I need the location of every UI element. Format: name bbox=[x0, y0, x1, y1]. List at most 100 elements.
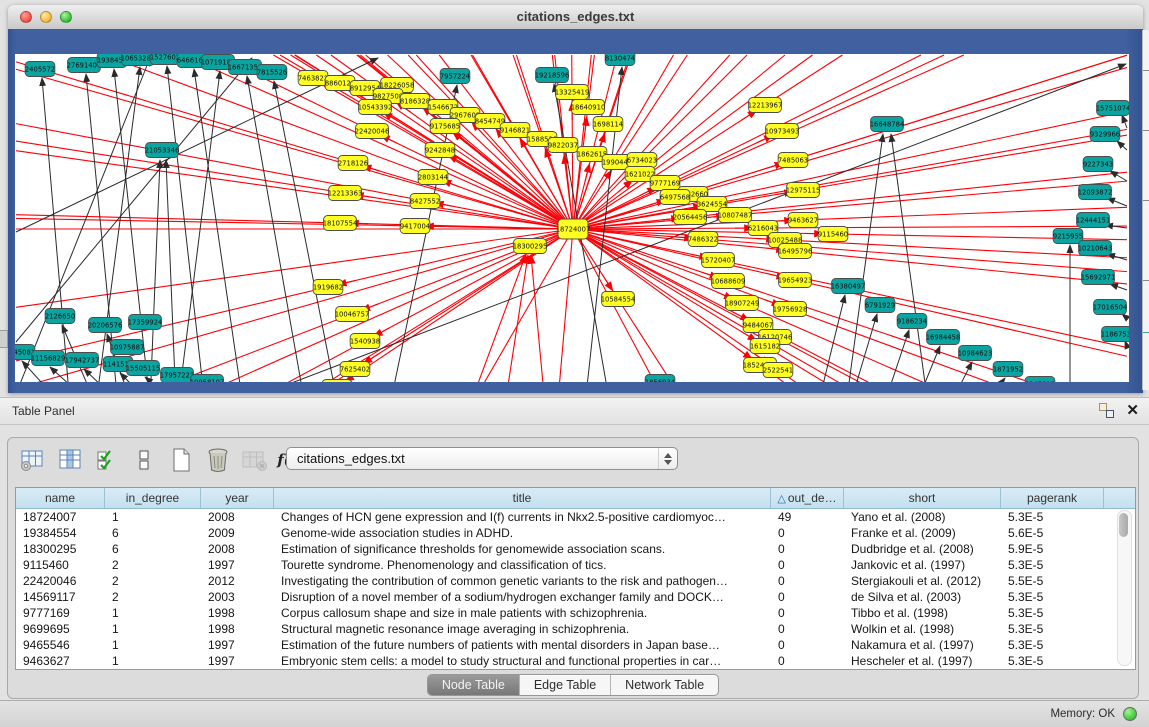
network-node[interactable]: 6791929 bbox=[865, 298, 895, 313]
network-node[interactable]: 9822037 bbox=[548, 138, 578, 153]
network-node[interactable]: 16984458 bbox=[926, 330, 961, 345]
network-node[interactable]: 2405572 bbox=[25, 62, 55, 77]
network-node[interactable]: 1540938 bbox=[350, 334, 380, 349]
network-node[interactable]: 9777169 bbox=[650, 176, 680, 191]
network-node[interactable]: 21053346 bbox=[145, 143, 180, 158]
network-node[interactable]: 9417004 bbox=[400, 219, 430, 234]
network-node[interactable]: 12213967 bbox=[748, 98, 783, 113]
network-node[interactable]: 1871952 bbox=[993, 362, 1023, 377]
network-graph[interactable]: 2405572276914061938455106532871527602646… bbox=[15, 54, 1129, 382]
tab-network-table[interactable]: Network Table bbox=[611, 675, 718, 695]
table-row[interactable]: 2242004622012Investigating the contribut… bbox=[16, 573, 1135, 589]
network-node[interactable]: 1698114 bbox=[593, 117, 623, 132]
table-row[interactable]: 1872400712008Changes of HCN gene express… bbox=[16, 509, 1135, 525]
network-node[interactable]: 9463627 bbox=[788, 213, 818, 228]
network-node[interactable]: 7957224 bbox=[440, 69, 470, 84]
network-node[interactable]: 10210643 bbox=[1078, 241, 1113, 256]
network-node[interactable]: 20206576 bbox=[88, 318, 123, 333]
column-header-name[interactable]: name bbox=[16, 488, 105, 508]
memory-ok-icon[interactable] bbox=[1123, 707, 1137, 721]
network-node[interactable]: 10046757 bbox=[335, 307, 370, 322]
delete-column-button[interactable] bbox=[203, 446, 233, 474]
network-node[interactable]: 7625402 bbox=[340, 362, 370, 377]
network-node[interactable]: 1919682 bbox=[313, 280, 343, 295]
network-node[interactable]: 10975887 bbox=[110, 340, 145, 355]
table-row[interactable]: 1830029562008Estimation of significance … bbox=[16, 541, 1135, 557]
float-panel-icon[interactable] bbox=[1099, 403, 1114, 418]
tab-edge-table[interactable]: Edge Table bbox=[520, 675, 611, 695]
table-row[interactable]: 1938455462009Genome-wide association stu… bbox=[16, 525, 1135, 541]
table-row[interactable]: 1456911722003Disruption of a novel membe… bbox=[16, 589, 1135, 605]
network-node[interactable]: 19654923 bbox=[778, 273, 813, 288]
network-node[interactable]: 18907249 bbox=[725, 296, 760, 311]
network-node[interactable]: 12093872 bbox=[1078, 185, 1113, 200]
network-node[interactable]: 11867534 bbox=[1101, 327, 1129, 342]
network-node[interactable]: 10688609 bbox=[711, 274, 746, 289]
network-node[interactable]: 12444151 bbox=[1076, 213, 1111, 228]
network-node[interactable]: 9175685 bbox=[430, 119, 460, 134]
column-header-pagerank[interactable]: pagerank bbox=[1001, 488, 1104, 508]
network-node[interactable]: 10958107 bbox=[190, 375, 225, 383]
scrollbar-thumb[interactable] bbox=[1119, 513, 1128, 537]
window-titlebar[interactable]: citations_edges.txt bbox=[8, 5, 1143, 30]
table-row[interactable]: 969969511998Structural magnetic resonanc… bbox=[16, 621, 1135, 637]
network-node[interactable]: 8427552 bbox=[410, 194, 440, 209]
network-node[interactable]: 16495796 bbox=[778, 244, 813, 259]
table-panel-titlebar[interactable]: Table Panel ✕ bbox=[0, 397, 1149, 425]
network-node[interactable]: 7815526 bbox=[257, 65, 287, 80]
network-node[interactable]: 9227343 bbox=[1083, 157, 1113, 172]
network-node[interactable]: 2126650 bbox=[45, 309, 75, 324]
network-node[interactable]: 10973493 bbox=[765, 124, 800, 139]
network-node[interactable]: 9245012 bbox=[1025, 377, 1055, 383]
column-header-year[interactable]: year bbox=[201, 488, 274, 508]
network-node[interactable]: 17359924 bbox=[128, 315, 163, 330]
network-node[interactable]: 18300295 bbox=[513, 239, 548, 254]
select-visible-columns-button[interactable] bbox=[92, 446, 122, 474]
network-node[interactable]: 18640910 bbox=[571, 100, 606, 115]
network-node[interactable]: 19218596 bbox=[535, 68, 570, 83]
network-node[interactable]: 16380497 bbox=[831, 279, 866, 294]
column-header-short[interactable]: short bbox=[844, 488, 1001, 508]
network-node[interactable]: 1856934 bbox=[645, 375, 675, 383]
network-node[interactable]: 13325419 bbox=[555, 85, 590, 100]
network-node[interactable]: 1527602 bbox=[150, 54, 180, 65]
network-node[interactable]: 9329966 bbox=[1090, 127, 1120, 142]
network-node[interactable]: 8186328 bbox=[400, 94, 430, 109]
network-node[interactable]: 9146821 bbox=[500, 123, 530, 138]
network-node[interactable]: 7485063 bbox=[778, 153, 808, 168]
tab-node-table[interactable]: Node Table bbox=[428, 675, 520, 695]
table-row[interactable]: 946554611997Estimation of the future num… bbox=[16, 637, 1135, 653]
network-node[interactable]: 20564456 bbox=[673, 210, 708, 225]
network-hub-node[interactable]: 18724007 bbox=[556, 219, 591, 239]
network-table-selector[interactable]: citations_edges.txt bbox=[286, 447, 678, 470]
network-node[interactable]: 19756928 bbox=[773, 302, 808, 317]
table-mode-button[interactable] bbox=[18, 446, 48, 474]
network-node[interactable]: 9115460 bbox=[818, 227, 848, 242]
network-node[interactable]: 17942737 bbox=[65, 353, 100, 368]
network-node[interactable]: 12975115 bbox=[786, 183, 821, 198]
column-header-in-degree[interactable]: in_degree bbox=[105, 488, 201, 508]
row-height-button[interactable] bbox=[129, 446, 159, 474]
network-node[interactable]: 2522541 bbox=[763, 363, 793, 378]
close-panel-icon[interactable]: ✕ bbox=[1126, 403, 1139, 418]
network-node[interactable]: 1615182 bbox=[750, 339, 780, 354]
table-row[interactable]: 946362711997Embryonic stem cells: a mode… bbox=[16, 653, 1135, 669]
network-node[interactable]: 9457791 bbox=[322, 380, 352, 383]
network-node[interactable]: 15720407 bbox=[701, 253, 736, 268]
network-node[interactable]: 7486322 bbox=[688, 232, 718, 247]
network-node[interactable]: 10807487 bbox=[718, 208, 753, 223]
network-node[interactable]: 22420046 bbox=[355, 124, 390, 139]
network-node[interactable]: 15505115 bbox=[126, 361, 161, 376]
delete-table-button[interactable] bbox=[240, 446, 270, 474]
network-node[interactable]: 17016504 bbox=[1093, 300, 1128, 315]
network-node[interactable]: 18107554 bbox=[323, 216, 358, 231]
network-node[interactable]: 11156829 bbox=[31, 351, 66, 366]
column-header-out-degree[interactable]: △out_de… bbox=[771, 488, 844, 508]
network-node[interactable]: 15751074 bbox=[1096, 101, 1129, 116]
network-node[interactable]: 10584554 bbox=[601, 292, 636, 307]
network-node[interactable]: 9242848 bbox=[425, 143, 455, 158]
network-canvas-area[interactable]: 2405572276914061938455106532871527602646… bbox=[15, 54, 1129, 382]
panel-handle[interactable] bbox=[0, 330, 8, 348]
network-node[interactable]: 6497568 bbox=[660, 190, 690, 205]
network-node[interactable]: 12213363 bbox=[328, 186, 363, 201]
